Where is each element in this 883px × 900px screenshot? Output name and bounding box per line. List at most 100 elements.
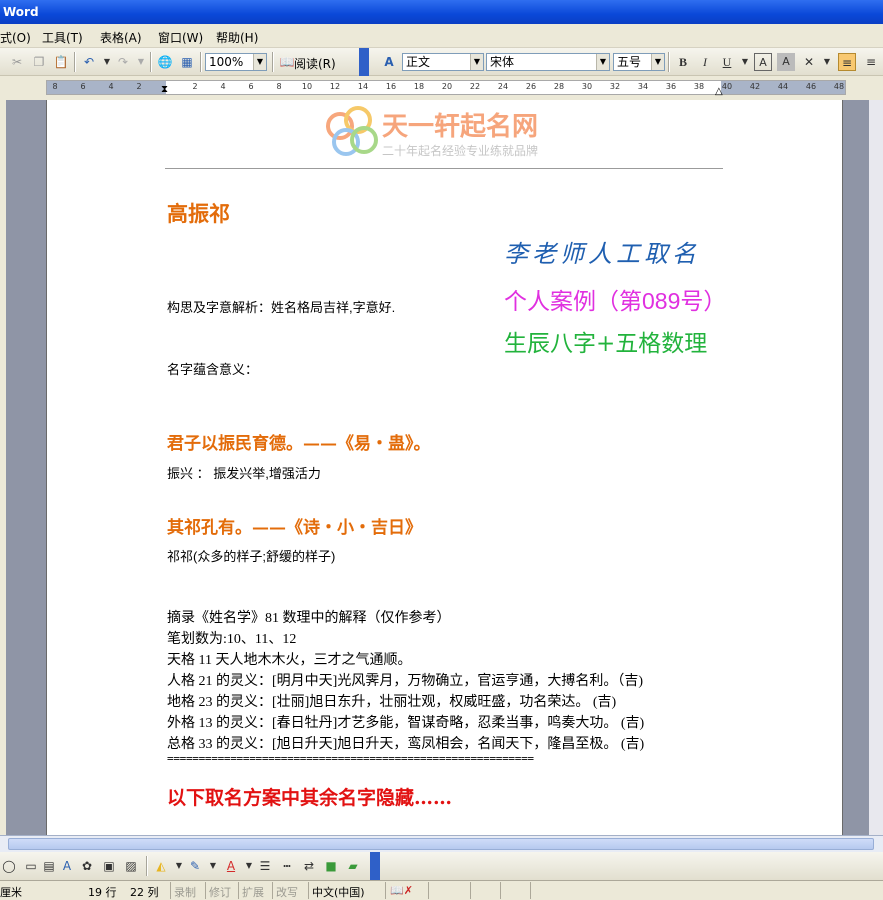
quote-1: 君子以振民育德。——《易・蛊》。	[167, 434, 431, 454]
ruler-tick: 20	[441, 82, 453, 91]
menu-tools[interactable]: 工具(T)	[42, 29, 83, 46]
status-record[interactable]: 录制	[174, 884, 196, 900]
menu-window[interactable]: 窗口(W)	[158, 29, 203, 46]
align-justify-icon[interactable]: ≡	[838, 53, 856, 71]
numerology-line: 摘录《姓名学》81 数理中的解释（仅作参考）	[167, 611, 451, 626]
hyperlink-icon[interactable]: 🌐	[156, 53, 174, 71]
char-scale-icon[interactable]: ✕	[800, 53, 818, 71]
diagram-icon[interactable]: ✿	[78, 857, 96, 875]
font-color-icon[interactable]: A	[222, 857, 240, 875]
menu-help[interactable]: 帮助(H)	[216, 29, 258, 46]
explain-2: 祁祁(众多的样子;舒缓的样子)	[167, 549, 336, 564]
left-margin	[0, 100, 6, 835]
char-scale-dropdown-icon[interactable]: ▼	[818, 53, 836, 71]
3d-icon[interactable]: ▰	[344, 857, 362, 875]
paste-icon[interactable]: 📋	[52, 53, 70, 71]
arrow-style-icon[interactable]: ⇄	[300, 857, 318, 875]
table-icon[interactable]: ▦	[178, 53, 196, 71]
scroll-thumb[interactable]	[8, 838, 874, 850]
ruler-tick: 42	[749, 82, 761, 91]
horizontal-scrollbar[interactable]	[0, 835, 883, 852]
window-title: Word	[0, 0, 883, 24]
numerology-line: 外格 13 的灵义：[春日牡丹]才艺多能，智谋奇略，忍柔当事，鸣奏大功。 (吉)	[167, 716, 645, 731]
vertical-textbox-icon[interactable]: ▤	[40, 857, 58, 875]
style-value: 正文	[406, 55, 431, 69]
ruler-tick: 44	[777, 82, 789, 91]
horizontal-ruler[interactable]: 8 6 4 2 2 4 6 8 10 12 14 16 18 20 22 24 …	[0, 76, 883, 100]
char-border-icon[interactable]: A	[754, 53, 772, 71]
undo-icon[interactable]: ↶	[80, 53, 98, 71]
styles-icon[interactable]: A	[380, 53, 398, 71]
ruler-tick: 12	[329, 82, 341, 91]
ruler-tick: 28	[553, 82, 565, 91]
numerology-line: 地格 23 的灵义：[壮丽]旭日东升，壮丽壮观，权威旺盛，功名荣达。 (吉)	[167, 695, 617, 710]
menu-table[interactable]: 表格(A)	[100, 29, 142, 46]
indent-marker-icon[interactable]: ⧗	[161, 84, 168, 95]
copy-icon[interactable]: ❐	[30, 53, 48, 71]
italic-button[interactable]: I	[696, 53, 714, 71]
style-select[interactable]: 正文 ▼	[402, 53, 484, 71]
fill-color-icon[interactable]: ◭	[152, 857, 170, 875]
hidden-names-notice: 以下取名方案中其余名字隐藏……	[167, 787, 453, 809]
underline-button[interactable]: U	[718, 53, 736, 71]
status-extend[interactable]: 扩展	[242, 884, 264, 900]
formatting-toolbar: ✂ ❐ 📋 ↶ ▼ ↷ ▼ 🌐 ▦ 100% ▼ 📖 阅读(R) A 正文 ▼ …	[0, 48, 883, 76]
line-style-icon[interactable]: ☰	[256, 857, 274, 875]
line-color-icon[interactable]: ✎	[186, 857, 204, 875]
textbox-icon[interactable]: ▭	[22, 857, 40, 875]
menu-format[interactable]: 式(O)	[0, 29, 31, 46]
logo-slogan: 二十年起名经验专业练就品牌	[382, 144, 539, 158]
bold-button[interactable]: B	[674, 53, 692, 71]
wordart-icon[interactable]: A	[58, 857, 76, 875]
explain-1: 振兴 ： 振发兴举,增强活力	[167, 466, 321, 481]
ruler-tick: 32	[609, 82, 621, 91]
ruler-tick: 36	[665, 82, 677, 91]
overlay-teacher: 李老师人工取名	[504, 240, 700, 268]
ruler-tick: 4	[220, 82, 226, 91]
spelling-check-icon[interactable]: 📖✗	[390, 884, 413, 897]
read-mode-button[interactable]: 阅读(R)	[294, 55, 336, 72]
right-indent-marker-icon[interactable]: △	[715, 86, 723, 97]
toolbar-gripper[interactable]	[359, 48, 369, 76]
cut-icon[interactable]: ✂	[8, 53, 26, 71]
ruler-tick: 2	[192, 82, 198, 91]
status-row: 19 行	[88, 886, 117, 899]
meaning-label: 名字蕴含意义：	[167, 362, 259, 377]
dash-style-icon[interactable]: ┅	[278, 857, 296, 875]
line-dropdown-icon[interactable]: ▼	[204, 857, 222, 875]
oval-icon[interactable]: ◯	[0, 857, 18, 875]
ruler-tick: 4	[108, 82, 114, 91]
numerology-line: 人格 21 的灵义：[明月中天]光风霁月，万物确立，官运亨通，大搏名利。（吉)	[167, 674, 643, 689]
ruler-tick: 34	[637, 82, 649, 91]
numerology-line: 天格 11 天人地木木火，三才之气通顺。	[167, 653, 412, 668]
ruler-tick: 46	[805, 82, 817, 91]
zoom-select[interactable]: 100% ▼	[205, 53, 267, 71]
clipart-icon[interactable]: ▣	[100, 857, 118, 875]
align-distributed-icon[interactable]: ≡	[862, 53, 880, 71]
shadow-icon[interactable]: ■	[322, 857, 340, 875]
numerology-line: 总格 33 的灵义：[旭日升天]旭日升天，鸾凤相会，名闻天下，隆昌至极。 (吉)	[167, 737, 645, 752]
redo-icon[interactable]: ↷	[114, 53, 132, 71]
font-select[interactable]: 宋体 ▼	[486, 53, 610, 71]
zoom-value: 100%	[209, 55, 244, 69]
status-track[interactable]: 修订	[209, 884, 231, 900]
overlay-case-number: 个人案例（第089号）	[504, 288, 727, 314]
ruler-tick: 30	[581, 82, 593, 91]
font-size-select[interactable]: 五号 ▼	[613, 53, 665, 71]
chevron-down-icon: ▼	[651, 54, 664, 70]
underline-dropdown-icon[interactable]: ▼	[736, 53, 754, 71]
redo-dropdown-icon[interactable]: ▼	[132, 53, 150, 71]
status-language: 中文(中国)	[312, 886, 365, 899]
ruler-tick: 38	[693, 82, 705, 91]
vertical-scrollbar[interactable]	[869, 100, 883, 835]
drawbar-gripper[interactable]	[370, 852, 380, 880]
font-size-value: 五号	[617, 55, 642, 69]
chevron-down-icon: ▼	[596, 54, 609, 70]
analysis-text: 构思及字意解析：姓名格局吉祥,字意好.	[167, 300, 396, 315]
char-shading-icon[interactable]: A	[777, 53, 795, 71]
font-value: 宋体	[490, 55, 515, 69]
ruler-tick: 24	[497, 82, 509, 91]
picture-icon[interactable]: ▨	[122, 857, 140, 875]
status-overwrite[interactable]: 改写	[276, 884, 298, 900]
ruler-tick: 6	[80, 82, 86, 91]
